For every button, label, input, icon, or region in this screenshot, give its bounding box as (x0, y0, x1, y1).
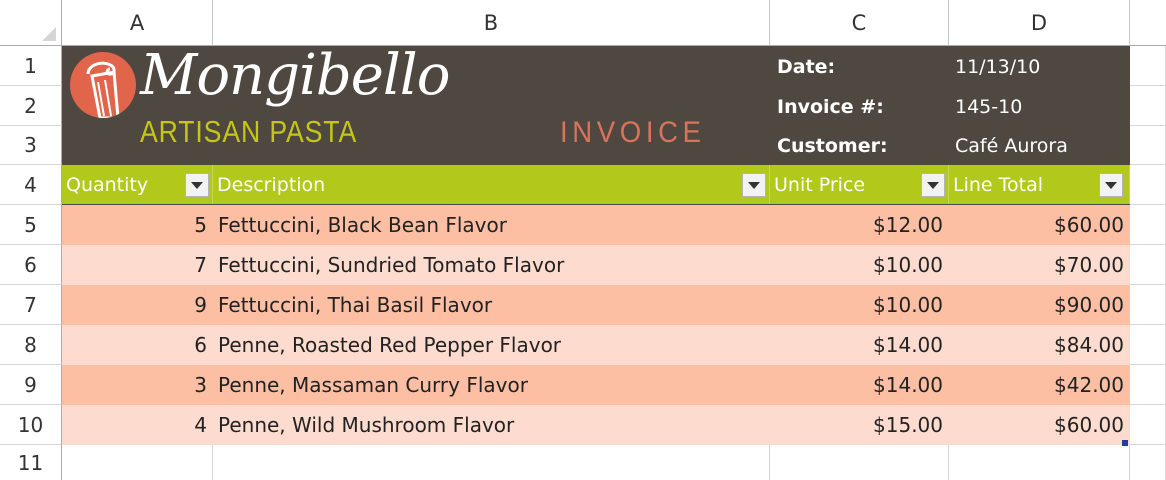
invoice-number-value[interactable]: 145-10 (955, 98, 1022, 117)
header-unit-price[interactable]: Unit Price (770, 165, 949, 205)
header-unit-price-label: Unit Price (774, 174, 866, 196)
chevron-down-icon (748, 181, 760, 189)
description-filter-dropdown[interactable] (742, 173, 766, 197)
customer-label: Customer: (777, 135, 888, 157)
cell-e6[interactable] (1130, 245, 1166, 285)
chevron-down-icon (1105, 181, 1117, 189)
cell-e4[interactable] (1130, 165, 1166, 205)
chevron-down-icon (191, 181, 203, 189)
invoice-number-label: Invoice #: (777, 96, 884, 118)
date-label: Date: (777, 56, 836, 78)
cell-description[interactable]: Fettuccini, Black Bean Flavor (213, 205, 770, 245)
unit-price-filter-dropdown[interactable] (921, 173, 945, 197)
row-header-7[interactable]: 7 (0, 285, 62, 325)
cell-line-total[interactable]: $60.00 (949, 405, 1130, 445)
date-value[interactable]: 11/13/10 (955, 58, 1040, 77)
logo-subtitle: ARTISAN PASTA (140, 114, 358, 149)
cell-e3[interactable] (1130, 126, 1166, 165)
cell-e11[interactable] (1130, 445, 1166, 480)
row-header-10[interactable]: 10 (0, 405, 62, 445)
select-all-corner[interactable] (0, 0, 62, 46)
cell-line-total[interactable]: $90.00 (949, 285, 1130, 325)
cell-e7[interactable] (1130, 285, 1166, 325)
logo-name: Mongibello (140, 43, 450, 108)
cell-unit-price[interactable]: $14.00 (770, 325, 949, 365)
cell-quantity[interactable]: 4 (62, 405, 213, 445)
cell-a11[interactable] (62, 445, 213, 480)
cell-description[interactable]: Penne, Wild Mushroom Flavor (213, 405, 770, 445)
cell-line-total[interactable]: $60.00 (949, 205, 1130, 245)
row-header-4[interactable]: 4 (0, 165, 62, 205)
row-header-5[interactable]: 5 (0, 205, 62, 245)
row-header-1[interactable]: 1 (0, 46, 62, 86)
cell-quantity[interactable]: 5 (62, 205, 213, 245)
cell-line-total[interactable]: $42.00 (949, 365, 1130, 405)
invoice-title: INVOICE (560, 116, 706, 149)
cell-e5[interactable] (1130, 205, 1166, 245)
cell-description[interactable]: Fettuccini, Sundried Tomato Flavor (213, 245, 770, 285)
cell-e9[interactable] (1130, 365, 1166, 405)
row-header-8[interactable]: 8 (0, 325, 62, 365)
cell-e10[interactable] (1130, 405, 1166, 445)
row-header-3[interactable]: 3 (0, 126, 62, 165)
header-line-total-label: Line Total (953, 174, 1044, 196)
cell-description[interactable]: Fettuccini, Thai Basil Flavor (213, 285, 770, 325)
cell-quantity[interactable]: 6 (62, 325, 213, 365)
column-header-c[interactable]: C (770, 0, 949, 46)
cell-quantity[interactable]: 3 (62, 365, 213, 405)
line-total-filter-dropdown[interactable] (1099, 173, 1123, 197)
cell-line-total[interactable]: $84.00 (949, 325, 1130, 365)
cell-unit-price[interactable]: $10.00 (770, 245, 949, 285)
row-header-6[interactable]: 6 (0, 245, 62, 285)
header-quantity[interactable]: Quantity (62, 165, 213, 205)
cell-description[interactable]: Penne, Roasted Red Pepper Flavor (213, 325, 770, 365)
cell-b11[interactable] (213, 445, 770, 480)
column-header-a[interactable]: A (62, 0, 213, 46)
row-header-11[interactable]: 11 (0, 445, 62, 480)
cell-unit-price[interactable]: $15.00 (770, 405, 949, 445)
header-line-total[interactable]: Line Total (949, 165, 1130, 205)
row-header-2[interactable]: 2 (0, 86, 62, 126)
cell-description[interactable]: Penne, Massaman Curry Flavor (213, 365, 770, 405)
cell-e1[interactable] (1130, 46, 1166, 86)
cell-quantity[interactable]: 7 (62, 245, 213, 285)
fill-handle[interactable] (1122, 440, 1128, 446)
cell-unit-price[interactable]: $10.00 (770, 285, 949, 325)
cell-unit-price[interactable]: $12.00 (770, 205, 949, 245)
cell-line-total[interactable]: $70.00 (949, 245, 1130, 285)
quantity-filter-dropdown[interactable] (185, 173, 209, 197)
cell-e8[interactable] (1130, 325, 1166, 365)
header-quantity-label: Quantity (66, 174, 149, 196)
column-header-e-partial[interactable] (1130, 0, 1166, 46)
chevron-down-icon (927, 181, 939, 189)
cell-c11[interactable] (770, 445, 949, 480)
cell-unit-price[interactable]: $14.00 (770, 365, 949, 405)
column-header-d[interactable]: D (949, 0, 1130, 46)
cell-e2[interactable] (1130, 86, 1166, 126)
logo-column-icon (70, 52, 136, 118)
customer-value[interactable]: Café Aurora (955, 137, 1068, 156)
cell-d11[interactable] (949, 445, 1130, 480)
row-header-9[interactable]: 9 (0, 365, 62, 405)
header-description-label: Description (217, 174, 326, 196)
cell-quantity[interactable]: 9 (62, 285, 213, 325)
column-header-b[interactable]: B (213, 0, 770, 46)
header-description[interactable]: Description (213, 165, 770, 205)
